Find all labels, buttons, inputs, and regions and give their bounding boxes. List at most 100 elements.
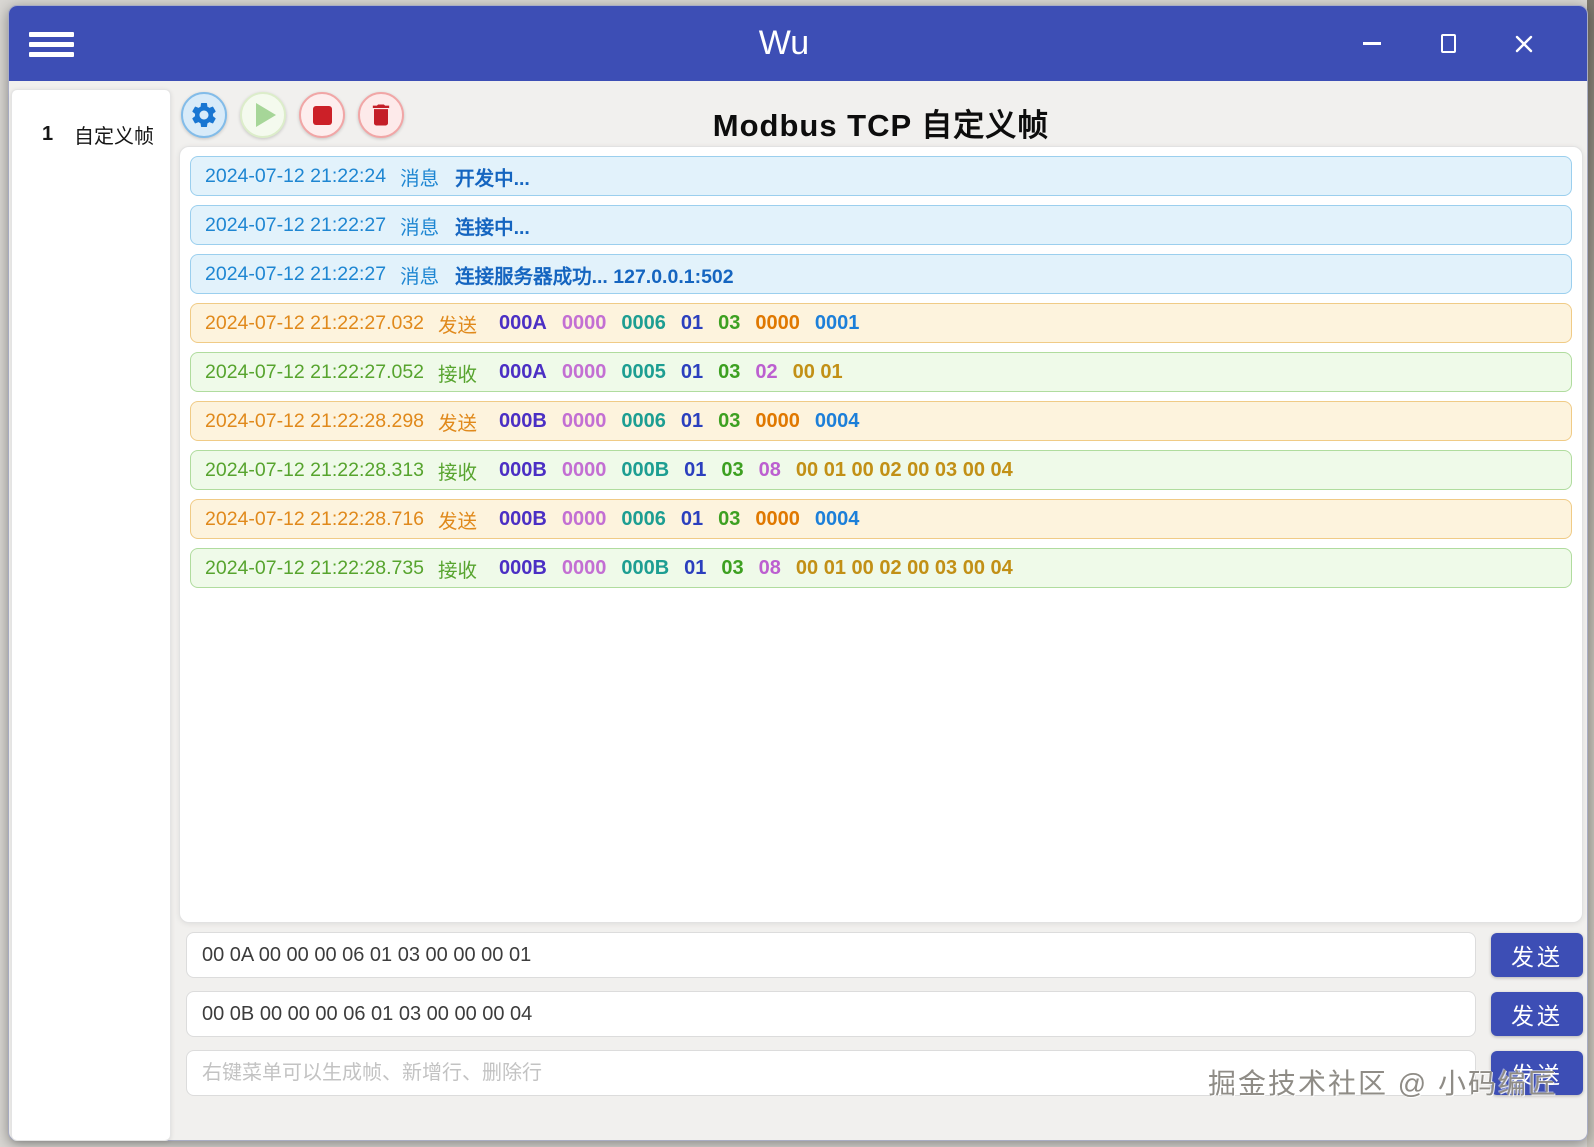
log-row-recv[interactable]: 2024-07-12 21:22:28.735 接收 000B 0000 000B 01 0… [190, 548, 1572, 588]
log-timestamp: 2024-07-12 21:22:28.298 [205, 409, 425, 432]
minimize-icon [1363, 42, 1381, 45]
log-direction-tag: 接收 [438, 461, 478, 484]
log-timestamp: 2024-07-12 21:22:24 [205, 164, 387, 187]
hex-token-data: 00 01 00 02 00 03 00 04 [795, 458, 1013, 481]
minimize-button[interactable] [1361, 33, 1383, 55]
log-timestamp: 2024-07-12 21:22:28.735 [205, 556, 425, 579]
hex-token-pid: 0000 [561, 507, 607, 530]
send-frame-button[interactable]: 发送 [1491, 992, 1583, 1036]
log-direction-tag: 消息 [400, 167, 440, 190]
log-panel: 2024-07-12 21:22:24 消息 开发中... 2024-07-12 21… [179, 146, 1583, 923]
close-button[interactable] [1513, 33, 1535, 55]
log-direction-tag: 发送 [438, 412, 478, 435]
hex-token-pid: 0000 [561, 409, 607, 432]
log-row-send[interactable]: 2024-07-12 21:22:28.716 发送 000B 0000 0006 01 0… [190, 499, 1572, 539]
log-hex-frame: 000B 0000 0006 01 03 0000 0004 [499, 410, 859, 433]
log-timestamp: 2024-07-12 21:22:27.052 [205, 360, 425, 383]
log-direction-tag: 消息 [400, 216, 440, 239]
hex-token-bc: 08 [758, 458, 781, 481]
frame-hex-input[interactable] [186, 991, 1476, 1037]
hex-token-addr: 0000 [755, 311, 800, 334]
app-window: Wu 1 自定义帧 Modbus TCP 自定义帧 2024-07-12 21:… [8, 5, 1588, 1141]
background-strip [1587, 0, 1594, 1147]
hex-token-len: 0005 [621, 360, 666, 383]
log-direction-tag: 接收 [438, 559, 478, 582]
log-timestamp: 2024-07-12 21:22:28.313 [205, 458, 425, 481]
hex-token-uid: 01 [680, 409, 704, 432]
log-direction-tag: 消息 [400, 265, 440, 288]
log-message: 开发中... [455, 167, 530, 190]
hex-token-len: 0006 [621, 507, 666, 530]
hex-token-tid: 000B [499, 556, 547, 579]
hex-token-fc: 03 [718, 311, 741, 334]
log-row-send[interactable]: 2024-07-12 21:22:28.298 发送 000B 0000 0006 01 0… [190, 401, 1572, 441]
hex-token-fc: 03 [718, 409, 741, 432]
log-row-recv[interactable]: 2024-07-12 21:22:28.313 接收 000B 0000 000B 01 0… [190, 450, 1572, 490]
sidebar: 1 自定义帧 [11, 89, 171, 1141]
page-title: Modbus TCP 自定义帧 [712, 108, 1050, 143]
hex-token-bc: 02 [755, 360, 778, 383]
hex-token-qty: 0004 [814, 409, 860, 432]
sidebar-item-label: 自定义帧 [74, 126, 154, 148]
hex-token-uid: 01 [680, 360, 704, 383]
window-controls [1361, 6, 1535, 81]
log-row-info[interactable]: 2024-07-12 21:22:27 消息 连接服务器成功... 127.0.0.… [190, 254, 1572, 294]
hex-token-addr: 0000 [755, 507, 800, 530]
maximize-button[interactable] [1437, 33, 1459, 55]
composer-row: 发送 [179, 991, 1583, 1037]
hex-token-pid: 0000 [561, 556, 607, 579]
hex-token-addr: 0000 [755, 409, 800, 432]
hex-token-uid: 01 [684, 458, 707, 481]
hex-token-fc: 03 [721, 556, 744, 579]
log-hex-frame: 000A 0000 0006 01 03 0000 0001 [499, 312, 859, 335]
hex-token-len: 000B [621, 556, 670, 579]
hex-token-fc: 03 [718, 360, 741, 383]
hex-token-tid: 000B [499, 409, 547, 432]
hex-token-pid: 0000 [561, 458, 607, 481]
hex-token-data: 00 01 [792, 360, 843, 383]
hex-token-fc: 03 [718, 507, 741, 530]
hex-token-fc: 03 [721, 458, 744, 481]
log-timestamp: 2024-07-12 21:22:28.716 [205, 507, 425, 530]
composer-row: 发送 [179, 932, 1583, 978]
sidebar-item-custom-frame[interactable]: 1 自定义帧 [12, 90, 170, 149]
log-direction-tag: 接收 [438, 363, 478, 386]
send-frame-button[interactable]: 发送 [1491, 933, 1583, 977]
log-row-send[interactable]: 2024-07-12 21:22:27.032 发送 000A 0000 0006 01 0… [190, 303, 1572, 343]
maximize-icon [1440, 34, 1456, 53]
hex-token-pid: 0000 [561, 311, 607, 334]
log-hex-frame: 000A 0000 0005 01 03 02 00 01 [499, 361, 843, 384]
hex-token-tid: 000A [499, 311, 547, 334]
watermark: 掘金技术社区 @ 小码编匠 [1208, 1068, 1558, 1099]
hex-token-uid: 01 [684, 556, 707, 579]
log-message: 连接服务器成功... 127.0.0.1:502 [455, 265, 734, 288]
log-hex-frame: 000B 0000 000B 01 03 08 00 01 00 02 00 03 00 0… [499, 459, 1013, 482]
close-icon [1515, 35, 1533, 52]
log-row-info[interactable]: 2024-07-12 21:22:27 消息 连接中... [190, 205, 1572, 245]
hex-token-uid: 01 [680, 311, 704, 334]
log-direction-tag: 发送 [438, 314, 478, 337]
hex-token-tid: 000B [499, 507, 547, 530]
hex-token-pid: 0000 [561, 360, 607, 383]
hex-token-qty: 0001 [814, 311, 860, 334]
sidebar-item-index: 1 [42, 123, 54, 145]
log-timestamp: 2024-07-12 21:22:27 [205, 262, 387, 285]
frame-hex-input[interactable] [186, 932, 1476, 978]
log-row-recv[interactable]: 2024-07-12 21:22:27.052 接收 000A 0000 0005 01 0… [190, 352, 1572, 392]
app-title: Wu [758, 24, 810, 62]
hex-token-qty: 0004 [814, 507, 860, 530]
hex-token-data: 00 01 00 02 00 03 00 04 [795, 556, 1013, 579]
hex-token-bc: 08 [758, 556, 781, 579]
hex-token-len: 0006 [621, 311, 666, 334]
hex-token-tid: 000A [499, 360, 547, 383]
log-message: 连接中... [455, 216, 530, 239]
log-direction-tag: 发送 [438, 510, 478, 533]
hex-token-len: 0006 [621, 409, 666, 432]
hex-token-tid: 000B [499, 458, 547, 481]
log-row-info[interactable]: 2024-07-12 21:22:24 消息 开发中... [190, 156, 1572, 196]
hex-token-uid: 01 [680, 507, 704, 530]
log-timestamp: 2024-07-12 21:22:27.032 [205, 311, 425, 334]
titlebar: Wu [9, 6, 1587, 81]
hex-token-len: 000B [621, 458, 670, 481]
log-hex-frame: 000B 0000 0006 01 03 0000 0004 [499, 508, 859, 531]
